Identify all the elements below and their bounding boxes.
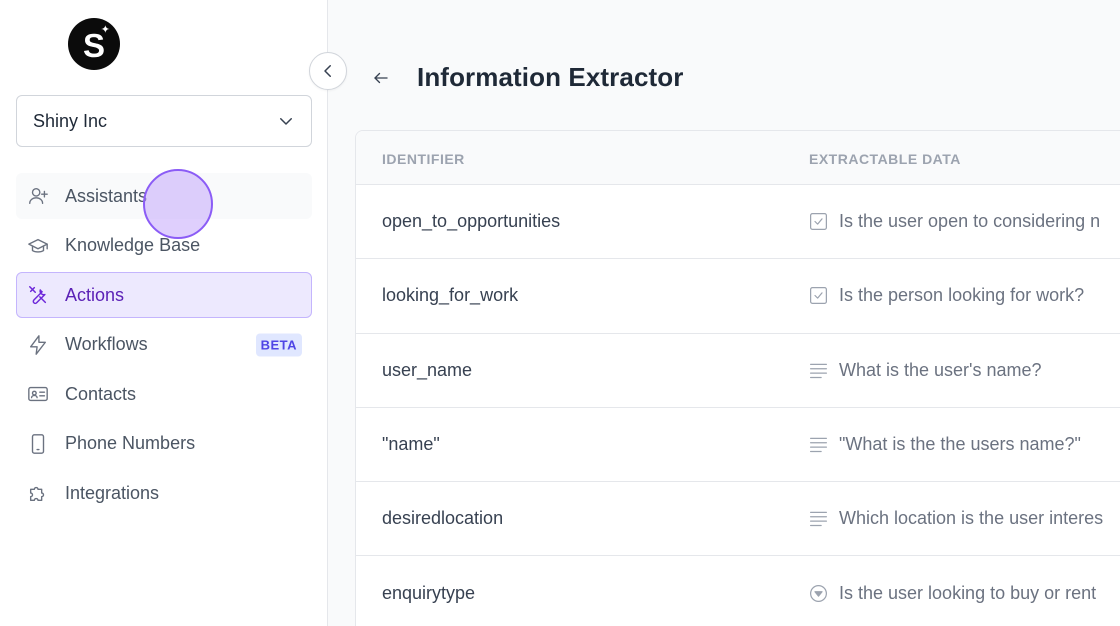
identifier-cell: desiredlocation <box>382 508 504 529</box>
text-lines-icon <box>808 360 829 381</box>
sidebar-item-label: Phone Numbers <box>65 433 196 453</box>
text-lines-icon <box>808 434 829 455</box>
extractable-data-cell: What is the user's name? <box>808 360 1042 381</box>
sidebar-item-workflows[interactable]: Workflows BETA <box>16 322 312 368</box>
checkbox-icon <box>808 211 829 232</box>
extractable-data-text: Is the user looking to buy or rent <box>839 583 1097 604</box>
sidebar-item-assistants[interactable]: Assistants <box>16 173 312 219</box>
organization-select[interactable]: Shiny Inc <box>16 95 312 147</box>
identifier-cell: open_to_opportunities <box>382 211 561 232</box>
back-button[interactable] <box>370 66 392 90</box>
extractable-data-cell: Is the person looking for work? <box>808 285 1084 306</box>
sparkle-icon: ✦ <box>100 24 110 36</box>
extractable-data-cell: Which location is the user interes <box>808 508 1103 529</box>
table-row[interactable]: "name" "What is the the users name?" <box>356 408 1120 483</box>
sidebar: S ✦ Shiny Inc Assistants Knowledge Base … <box>0 0 328 626</box>
checkbox-icon <box>808 285 829 306</box>
sidebar-item-label: Integrations <box>65 482 160 503</box>
extractor-table: IDENTIFIER EXTRACTABLE DATA open_to_oppo… <box>355 130 1120 626</box>
beta-badge: BETA <box>255 333 302 356</box>
sidebar-item-label: Assistants <box>65 185 148 206</box>
table-row[interactable]: desiredlocation Which location is the us… <box>356 482 1120 557</box>
table-row[interactable]: open_to_opportunities Is the user open t… <box>356 185 1120 260</box>
sidebar-item-label: Knowledge Base <box>65 235 201 255</box>
logo[interactable]: S ✦ <box>68 18 120 70</box>
sidebar-nav: Assistants Knowledge Base Actions Workfl… <box>16 173 312 520</box>
column-header-identifier[interactable]: IDENTIFIER <box>382 151 465 167</box>
text-lines-icon <box>808 508 829 529</box>
table-row[interactable]: looking_for_work Is the person looking f… <box>356 259 1120 334</box>
contact-card-icon <box>26 382 50 406</box>
sidebar-item-phone-numbers[interactable]: Phone Numbers <box>16 421 312 467</box>
graduation-cap-icon <box>26 234 50 258</box>
table-header: IDENTIFIER EXTRACTABLE DATA <box>356 131 1120 185</box>
extractable-data-cell: "What is the the users name?" <box>808 434 1081 455</box>
extractable-data-cell: Is the user looking to buy or rent <box>808 583 1096 604</box>
identifier-cell: looking_for_work <box>382 285 519 306</box>
tools-icon <box>26 283 50 307</box>
sidebar-item-knowledge-base[interactable]: Knowledge Base <box>16 223 312 269</box>
dropdown-circle-icon <box>808 583 829 604</box>
extractable-data-cell: Is the user open to considering n <box>808 211 1100 232</box>
sidebar-item-label: Contacts <box>65 383 137 404</box>
sidebar-item-actions[interactable]: Actions <box>16 272 312 318</box>
sidebar-item-integrations[interactable]: Integrations <box>16 470 312 516</box>
chevron-down-icon <box>280 118 292 125</box>
organization-name: Shiny Inc <box>33 110 108 131</box>
identifier-cell: user_name <box>382 359 473 380</box>
lightning-icon <box>26 333 50 357</box>
column-header-extractable-data[interactable]: EXTRACTABLE DATA <box>809 151 961 167</box>
page-title: Information Extractor <box>417 62 684 92</box>
extractable-data-text: Which location is the user interes <box>839 508 1104 529</box>
main-content: Information Extractor IDENTIFIER EXTRACT… <box>328 0 1120 626</box>
identifier-cell: enquirytype <box>382 583 476 604</box>
identifier-cell: "name" <box>382 434 440 455</box>
puzzle-icon <box>26 481 50 505</box>
extractable-data-text: "What is the the users name?" <box>839 434 1081 455</box>
sidebar-item-label: Workflows <box>65 334 148 354</box>
extractable-data-text: What is the user's name? <box>839 359 1042 380</box>
extractable-data-text: Is the user open to considering n <box>839 211 1101 232</box>
user-plus-icon <box>26 184 50 208</box>
extractable-data-text: Is the person looking for work? <box>839 285 1085 306</box>
table-row[interactable]: user_name What is the user's name? <box>356 334 1120 408</box>
sidebar-item-contacts[interactable]: Contacts <box>16 371 312 417</box>
phone-icon <box>26 432 50 456</box>
sidebar-item-label: Actions <box>65 284 125 305</box>
arrow-left-icon <box>374 72 388 84</box>
table-row[interactable]: enquirytype Is the user looking to buy o… <box>356 556 1120 626</box>
